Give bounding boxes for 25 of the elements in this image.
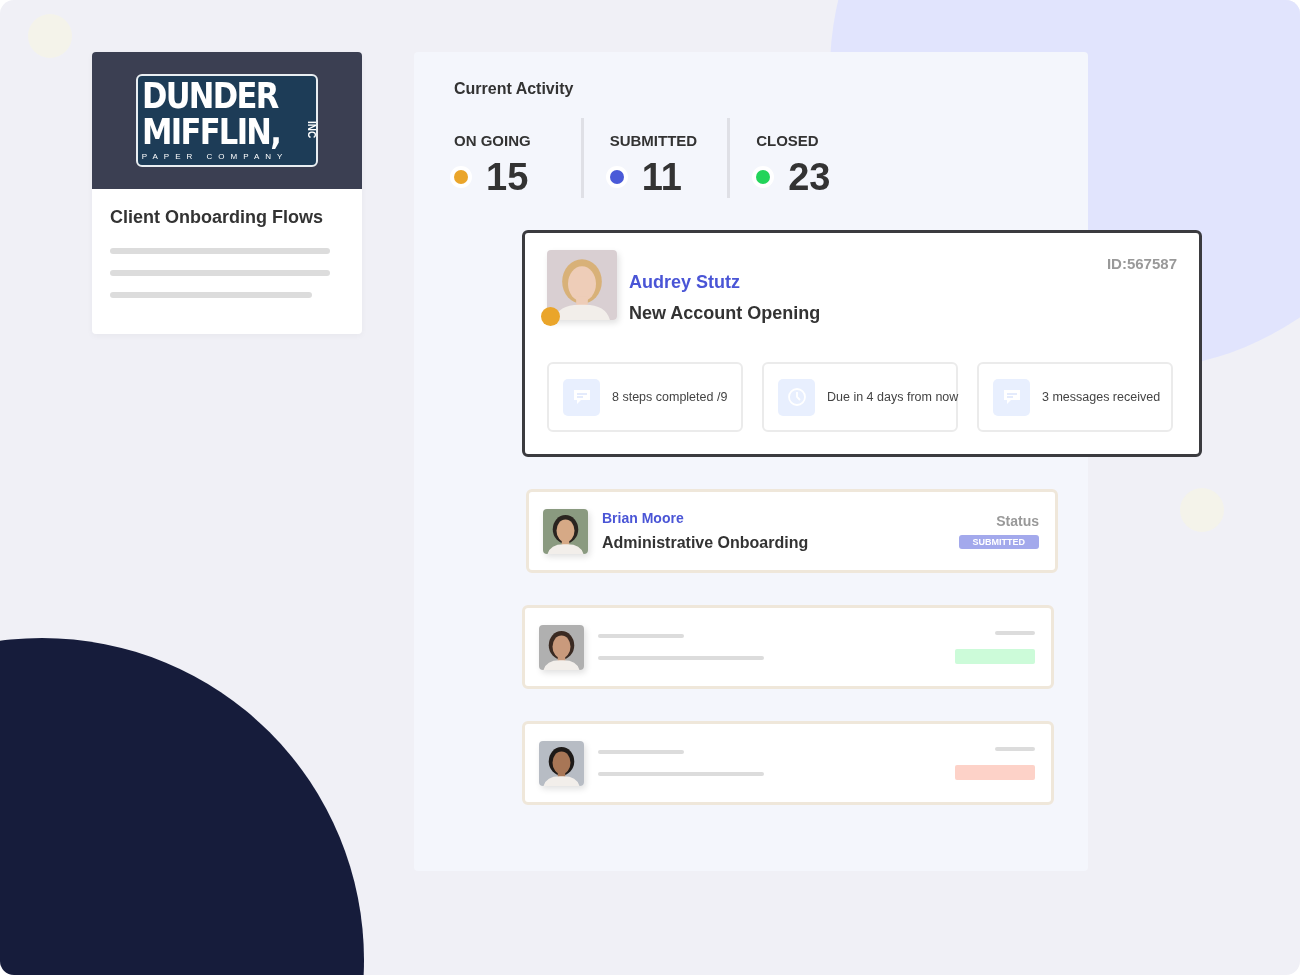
flow-row[interactable]: Brian Moore Administrative Onboarding Status SUBMITTED [526, 489, 1058, 573]
flow-row[interactable] [522, 721, 1054, 805]
client-name[interactable]: Audrey Stutz [629, 272, 821, 293]
placeholder-line [995, 630, 1035, 635]
panel-title: Current Activity [454, 80, 575, 98]
card-title: Client Onboarding Flows [110, 207, 324, 228]
tile-text: 3 messages received [1042, 390, 1161, 404]
stat-label: ON GOING [454, 132, 531, 149]
flow-name: New Account Opening [629, 303, 821, 324]
flow-row[interactable] [522, 605, 1054, 689]
flow-id: ID:567587 [1106, 255, 1177, 272]
client-name[interactable]: Brian Moore [602, 510, 809, 526]
status-label: Status [996, 513, 1039, 529]
stat-label: CLOSED [756, 132, 820, 149]
tile-text: Due in 4 days from now [827, 390, 959, 404]
flow-name: Administrative Onboarding [602, 534, 809, 552]
stat-value: 11 [641, 157, 682, 197]
stat-label: SUBMITTED [609, 132, 698, 149]
tile-text: 8 steps completed /9 [612, 390, 728, 404]
stat-value: 15 [486, 157, 529, 197]
flow-card[interactable]: Audrey Stutz New Account Opening ID:567587 8 steps completed /9 Due in 4 days from now 3 messages received [522, 230, 1202, 457]
placeholder-line [995, 746, 1035, 751]
status-tag: SUBMITTED [958, 535, 1039, 549]
stat-value: 23 [788, 157, 831, 197]
company-logo: DUNDER MIFFLIN, INC PAPER COMPANY [135, 74, 319, 167]
